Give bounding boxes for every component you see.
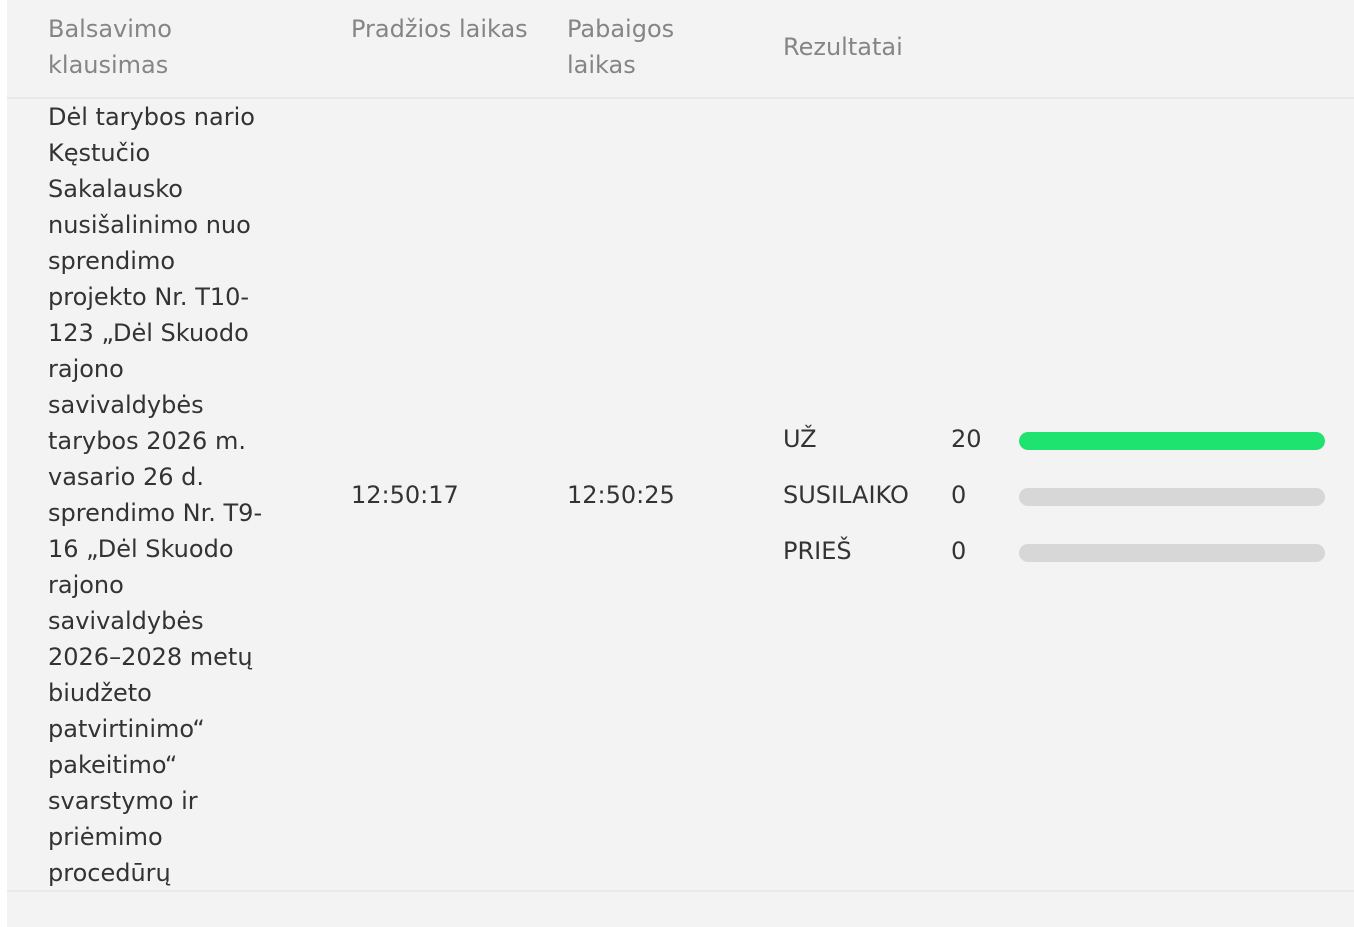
result-count: 20 (951, 425, 982, 453)
end-time: 12:50:25 (567, 481, 675, 509)
voting-results-table: Balsavimo klausimas Pradžios laikas Paba… (7, 0, 1354, 927)
result-label: PRIEŠ (783, 537, 852, 565)
result-count: 0 (951, 537, 967, 565)
result-abstain: SUSILAIKO 0 (783, 477, 1343, 513)
column-header-question: Balsavimo klausimas (48, 15, 172, 79)
result-bar-fill (1019, 432, 1325, 450)
result-against: PRIEŠ 0 (783, 533, 1343, 569)
result-label: SUSILAIKO (783, 481, 909, 509)
result-bar (1019, 432, 1325, 450)
result-count: 0 (951, 481, 967, 509)
result-bar (1019, 544, 1325, 562)
table-row: Dėl tarybos nario Kęstučio Sakalausko nu… (7, 99, 1354, 892)
result-label: UŽ (783, 425, 817, 453)
table-header: Balsavimo klausimas Pradžios laikas Paba… (7, 0, 1354, 99)
result-for: UŽ 20 (783, 421, 1343, 457)
column-header-results: Rezultatai (783, 33, 903, 61)
start-time: 12:50:17 (351, 481, 459, 509)
result-bar (1019, 488, 1325, 506)
voting-question: Dėl tarybos nario Kęstučio Sakalausko nu… (48, 103, 263, 887)
column-header-start-time: Pradžios laikas (351, 15, 528, 43)
column-header-end-time: Pabaigos laikas (567, 15, 675, 79)
